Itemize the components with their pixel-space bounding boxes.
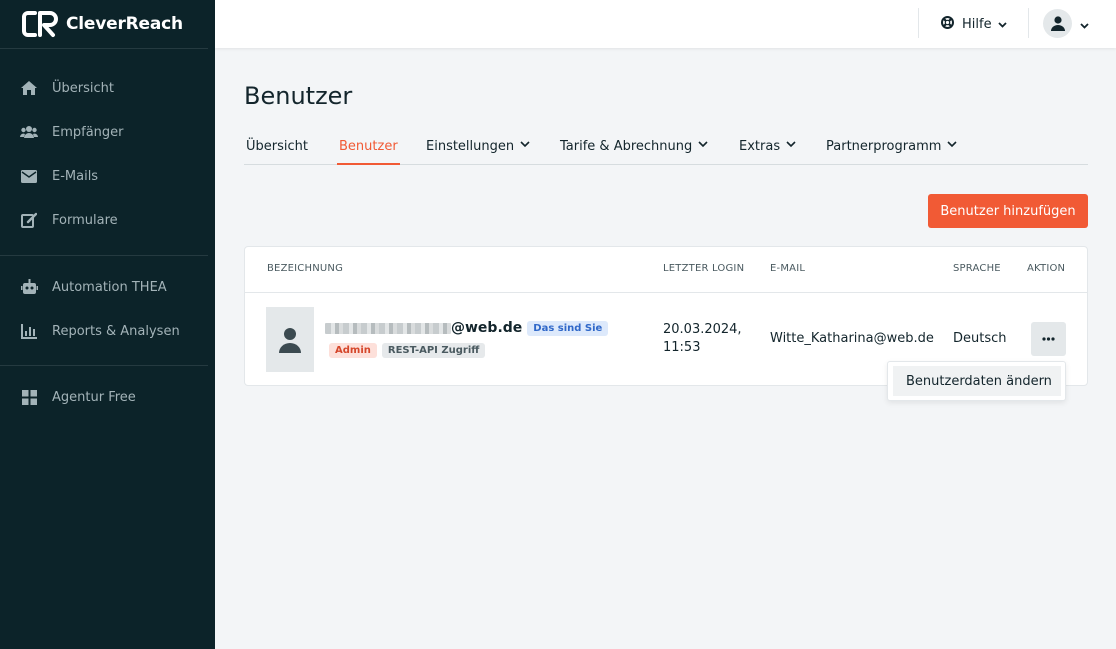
- sidebar-divider: [0, 255, 208, 256]
- chevron-down-icon: [947, 141, 957, 148]
- sidebar-divider: [0, 365, 208, 366]
- sidebar-item-empfaenger[interactable]: Empfänger: [20, 120, 124, 144]
- lifebuoy-icon: [941, 15, 954, 33]
- row-actions-button[interactable]: [1031, 322, 1066, 356]
- chevron-down-icon: [997, 17, 1007, 32]
- more-horizontal-icon: [1042, 337, 1055, 341]
- chevron-down-icon: [786, 141, 796, 148]
- user-icon: [1050, 15, 1065, 31]
- bar-chart-icon: [20, 322, 38, 340]
- tab-label: Einstellungen: [426, 139, 515, 154]
- add-user-button[interactable]: Benutzer hinzufügen: [928, 194, 1088, 228]
- sidebar-item-uebersicht[interactable]: Übersicht: [20, 76, 114, 100]
- user-name-domain: @web.de: [451, 320, 523, 336]
- users-icon: [20, 123, 38, 141]
- column-header-sprache: SPRACHE: [953, 263, 1001, 274]
- topbar: Hilfe: [215, 0, 1116, 48]
- sidebar-item-label: Reports & Analysen: [52, 323, 180, 339]
- help-menu[interactable]: Hilfe: [941, 13, 1007, 35]
- rest-api-badge: REST-API Zugriff: [381, 343, 486, 358]
- sidebar-item-label: Agentur Free: [52, 389, 136, 405]
- user-name: @web.de Das sind Sie: [325, 320, 609, 336]
- sidebar-item-label: Formulare: [52, 212, 118, 228]
- tab-partnerprogramm[interactable]: Partnerprogramm: [826, 134, 957, 165]
- sidebar-item-label: Übersicht: [52, 80, 114, 96]
- topbar-divider: [918, 8, 919, 38]
- sidebar-item-reports[interactable]: Reports & Analysen: [20, 319, 180, 343]
- tab-benutzer[interactable]: Benutzer: [337, 134, 400, 165]
- user-email: Witte_Katharina@web.de: [770, 331, 934, 346]
- redacted-username: [325, 322, 451, 334]
- home-icon: [20, 79, 38, 97]
- tab-label: Partnerprogramm: [826, 139, 942, 154]
- tab-label: Benutzer: [339, 139, 398, 154]
- tab-uebersicht[interactable]: Übersicht: [246, 134, 308, 165]
- last-login: 20.03.2024, 11:53: [663, 321, 742, 357]
- cleverreach-logo[interactable]: CleverReach: [22, 9, 183, 39]
- user-menu[interactable]: [1043, 8, 1089, 38]
- chevron-down-icon: [520, 141, 530, 148]
- sidebar-item-automation-thea[interactable]: Automation THEA: [20, 275, 167, 299]
- tab-einstellungen[interactable]: Einstellungen: [426, 134, 530, 165]
- user-avatar: [266, 307, 314, 372]
- page-title: Benutzer: [244, 82, 353, 110]
- last-login-date: 20.03.2024,: [663, 322, 742, 337]
- user-language: Deutsch: [953, 331, 1007, 346]
- sidebar-item-label: E-Mails: [52, 168, 99, 184]
- tab-label: Tarife & Abrechnung: [560, 139, 693, 154]
- edit-form-icon: [20, 211, 38, 229]
- topbar-divider: [1028, 8, 1029, 38]
- admin-badge: Admin: [329, 343, 377, 358]
- sidebar-item-label: Empfänger: [52, 124, 124, 140]
- user-icon: [279, 327, 301, 353]
- menu-item-edit-user[interactable]: Benutzerdaten ändern: [893, 366, 1061, 396]
- avatar: [1043, 8, 1072, 38]
- row-actions-menu: Benutzerdaten ändern: [887, 361, 1066, 401]
- sidebar: CleverReach Übersicht Empfänger E-Mails …: [0, 0, 215, 649]
- envelope-icon: [20, 167, 38, 185]
- tab-label: Übersicht: [246, 139, 308, 154]
- current-user-badge: Das sind Sie: [527, 320, 609, 336]
- tab-tarife-abrechnung[interactable]: Tarife & Abrechnung: [560, 134, 708, 165]
- sidebar-item-agentur-free[interactable]: Agentur Free: [20, 385, 136, 409]
- sidebar-divider: [0, 48, 208, 49]
- role-badges: Admin REST-API Zugriff: [329, 343, 486, 358]
- sidebar-item-emails[interactable]: E-Mails: [20, 164, 98, 188]
- grid-icon: [20, 388, 38, 406]
- column-header-aktion: AKTION: [1027, 263, 1066, 274]
- column-header-email: E-MAIL: [770, 263, 806, 274]
- sidebar-item-formulare[interactable]: Formulare: [20, 208, 118, 232]
- column-header-bezeichnung: BEZEICHNUNG: [267, 263, 344, 274]
- robot-icon: [20, 278, 38, 296]
- chevron-down-icon: [1080, 14, 1089, 33]
- cleverreach-logo-mark-icon: [22, 11, 58, 37]
- last-login-time: 11:53: [663, 340, 701, 355]
- tab-label: Extras: [739, 139, 781, 154]
- sidebar-item-label: Automation THEA: [52, 279, 167, 295]
- table-header: BEZEICHNUNG LETZTER LOGIN E-MAIL SPRACHE…: [245, 247, 1087, 293]
- help-label: Hilfe: [962, 16, 992, 32]
- chevron-down-icon: [698, 141, 708, 148]
- tab-extras[interactable]: Extras: [739, 134, 796, 165]
- tab-bar: Übersicht Benutzer Einstellungen Tarife …: [244, 134, 1088, 165]
- brand-name: CleverReach: [66, 14, 183, 34]
- column-header-letzter-login: LETZTER LOGIN: [663, 263, 745, 274]
